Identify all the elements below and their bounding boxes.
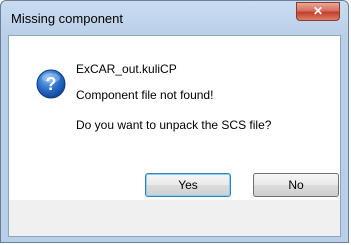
close-button[interactable]: ✕ (296, 2, 340, 21)
yes-button[interactable]: Yes (145, 173, 231, 197)
button-bar (8, 200, 341, 237)
question-text: Do you want to unpack the SCS file? (76, 118, 272, 132)
no-button[interactable]: No (253, 173, 339, 197)
close-icon: ✕ (312, 4, 324, 18)
error-text: Component file not found! (76, 88, 214, 102)
svg-text:?: ? (46, 74, 57, 94)
window-title: Missing component (11, 11, 123, 26)
component-name: ExCAR_out.kuliCP (76, 62, 177, 76)
dialog-window: Missing component ✕ ? ExCAR_out.kuliCP C… (0, 0, 349, 243)
question-icon: ? (36, 69, 66, 99)
title-bar[interactable]: Missing component ✕ (1, 1, 348, 35)
